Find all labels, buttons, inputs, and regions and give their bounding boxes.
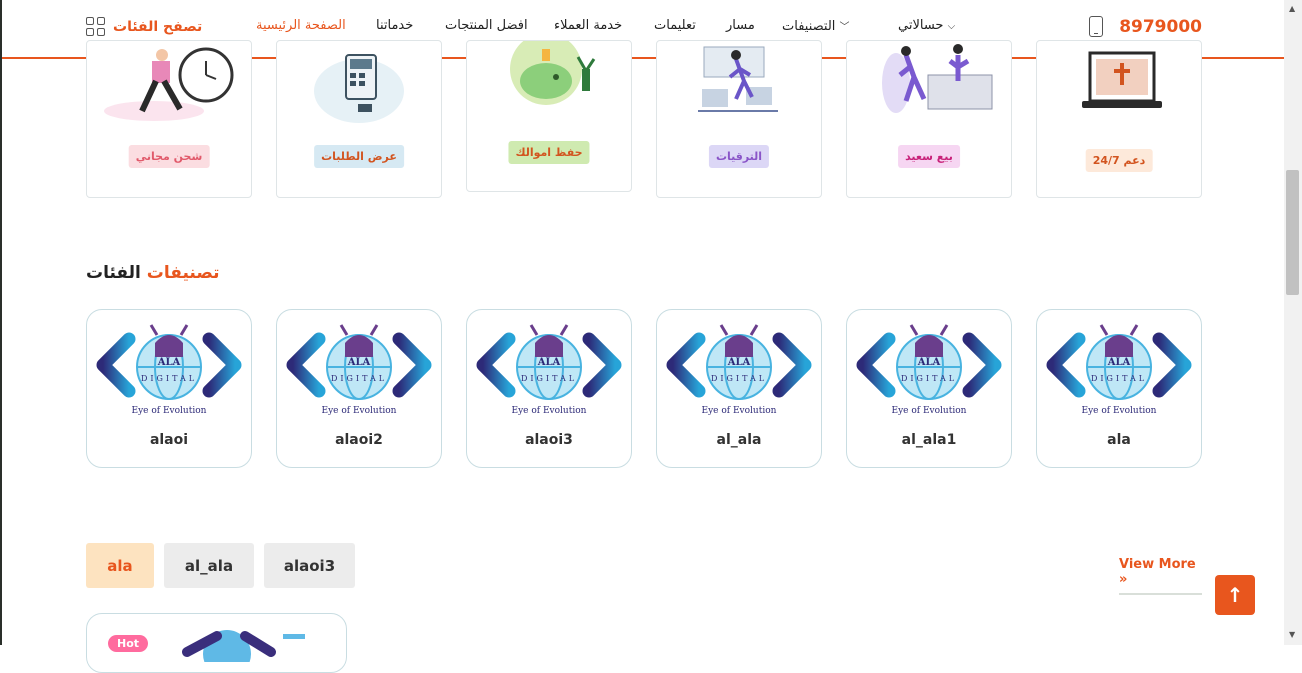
nav-account-dropdown[interactable]: حسالاتي ⌵ bbox=[898, 18, 957, 33]
calculator-illustration bbox=[277, 41, 441, 131]
running-clock-illustration bbox=[87, 41, 251, 131]
logo-tagline-text: Eye of Evolution bbox=[132, 406, 207, 416]
chevron-down-icon: ⌵ bbox=[947, 21, 956, 32]
category-card[interactable]: ALA DIGITAL Eye of Evolution alaoi2 bbox=[276, 309, 442, 468]
logo-tagline-text: Eye of Evolution bbox=[702, 406, 777, 416]
logo-word-text: DIGITAL bbox=[521, 374, 577, 383]
happy-sale-illustration bbox=[847, 41, 1011, 131]
feature-card-free-shipping[interactable]: شحن مجاني bbox=[86, 40, 252, 198]
logo-tagline-text: Eye of Evolution bbox=[512, 406, 587, 416]
feature-card-save-money[interactable]: حفظ اموالك bbox=[466, 40, 632, 192]
category-card[interactable]: ALA DIGITAL Eye of Evolution ala bbox=[1036, 309, 1202, 468]
product-image bbox=[167, 622, 307, 672]
section-title-rest: الفئات bbox=[86, 263, 141, 283]
logo-brand-text: ALA bbox=[347, 357, 371, 368]
feature-label: شحن مجاني bbox=[128, 145, 210, 168]
hot-badge: Hot bbox=[108, 635, 149, 652]
nav-track[interactable]: مسار bbox=[726, 18, 755, 33]
tab-al-ala[interactable]: al_ala bbox=[164, 543, 254, 588]
browse-categories-label: تصفح الفئات bbox=[113, 18, 203, 35]
category-card[interactable]: ALA DIGITAL Eye of Evolution al_ala bbox=[656, 309, 822, 468]
logo-word-text: DIGITAL bbox=[711, 374, 767, 383]
promotions-illustration bbox=[657, 41, 821, 131]
ala-digital-logo: ALA DIGITAL Eye of Evolution bbox=[855, 319, 1005, 423]
feature-card-happy-sale[interactable]: بيع سعيد bbox=[846, 40, 1012, 198]
nav-customer-service[interactable]: خدمة العملاء bbox=[554, 18, 622, 33]
logo-tagline-text: Eye of Evolution bbox=[322, 406, 397, 416]
logo-tagline-text: Eye of Evolution bbox=[892, 406, 967, 416]
category-label: alaoi3 bbox=[525, 432, 573, 448]
logo-word-text: DIGITAL bbox=[141, 374, 197, 383]
category-label: alaoi2 bbox=[335, 432, 383, 448]
feature-label: الترقيات bbox=[708, 145, 770, 168]
ala-digital-logo: ALA DIGITAL Eye of Evolution bbox=[665, 319, 815, 423]
tab-ala[interactable]: ala bbox=[86, 543, 154, 588]
feature-label: بيع سعيد bbox=[898, 145, 960, 168]
grid-icon bbox=[86, 17, 105, 36]
feature-label: دعم 24/7 bbox=[1085, 149, 1153, 172]
logo-word-text: DIGITAL bbox=[901, 374, 957, 383]
ala-digital-logo: ALA DIGITAL Eye of Evolution bbox=[1045, 319, 1195, 423]
category-card[interactable]: ALA DIGITAL Eye of Evolution alaoi bbox=[86, 309, 252, 468]
ala-digital-logo: ALA DIGITAL Eye of Evolution bbox=[285, 319, 435, 423]
section-title-highlight: تصنيفات bbox=[146, 263, 220, 283]
category-label: alaoi bbox=[149, 432, 189, 448]
feature-card-view-orders[interactable]: عرض الطلبات bbox=[276, 40, 442, 198]
phone-number: 8979000 bbox=[1119, 16, 1202, 37]
browse-categories-button[interactable]: تصفح الفئات bbox=[86, 17, 202, 36]
feature-card-promotions[interactable]: الترقيات bbox=[656, 40, 822, 198]
phone-contact[interactable]: 8979000 bbox=[1089, 16, 1202, 37]
category-card[interactable]: ALA DIGITAL Eye of Evolution al_ala1 bbox=[846, 309, 1012, 468]
feature-label: عرض الطلبات bbox=[314, 145, 404, 168]
logo-brand-text: ALA bbox=[917, 357, 941, 368]
logo-brand-text: ALA bbox=[1107, 357, 1131, 368]
chevron-down-icon: ﹀ bbox=[839, 22, 850, 33]
nav-account-label: حسالاتي bbox=[898, 18, 944, 33]
view-more-link[interactable]: View More » bbox=[1119, 557, 1202, 595]
category-label: al_ala1 bbox=[901, 432, 957, 448]
logo-word-text: DIGITAL bbox=[1091, 374, 1147, 383]
logo-brand-text: ALA bbox=[537, 357, 561, 368]
ala-digital-logo: ALA DIGITAL Eye of Evolution bbox=[475, 319, 625, 423]
nav-categories-dropdown[interactable]: التصنيفات ﹀ bbox=[782, 18, 852, 34]
categories-section-title: تصنيفات الفئات bbox=[86, 263, 220, 283]
nav-services[interactable]: خدماتنا bbox=[376, 18, 413, 33]
nav-home[interactable]: الصفحة الرئيسية bbox=[256, 18, 346, 33]
phone-icon bbox=[1089, 16, 1104, 37]
feature-card-support[interactable]: دعم 24/7 bbox=[1036, 40, 1202, 198]
arrow-up-icon: ↑ bbox=[1226, 583, 1244, 607]
nav-instructions[interactable]: تعليمات bbox=[654, 18, 696, 33]
logo-word-text: DIGITAL bbox=[331, 374, 387, 383]
category-label: ala bbox=[1107, 432, 1131, 448]
logo-brand-text: ALA bbox=[157, 357, 181, 368]
category-label: al_ala bbox=[716, 432, 762, 448]
nav-categories-label: التصنيفات bbox=[782, 19, 836, 34]
scroll-down-icon[interactable]: ▼ bbox=[1289, 630, 1295, 639]
category-card[interactable]: ALA DIGITAL Eye of Evolution alaoi3 bbox=[466, 309, 632, 468]
tab-alaoi3[interactable]: alaoi3 bbox=[264, 543, 355, 588]
scroll-up-icon[interactable]: ▲ bbox=[1289, 4, 1295, 13]
scroll-to-top-button[interactable]: ↑ bbox=[1215, 575, 1255, 615]
piggy-bank-illustration bbox=[467, 41, 631, 131]
logo-brand-text: ALA bbox=[727, 357, 751, 368]
ala-digital-logo: ALA DIGITAL Eye of Evolution bbox=[95, 319, 245, 423]
window-edge bbox=[0, 0, 2, 645]
page-scrollbar[interactable]: ▲ ▼ bbox=[1284, 0, 1302, 645]
laptop-support-illustration bbox=[1037, 41, 1201, 131]
scrollbar-thumb[interactable] bbox=[1286, 170, 1299, 295]
logo-tagline-text: Eye of Evolution bbox=[1082, 406, 1157, 416]
feature-label: حفظ اموالك bbox=[508, 141, 590, 164]
nav-best-products[interactable]: افضل المنتجات bbox=[445, 18, 528, 33]
product-card[interactable]: Hot bbox=[86, 613, 347, 673]
